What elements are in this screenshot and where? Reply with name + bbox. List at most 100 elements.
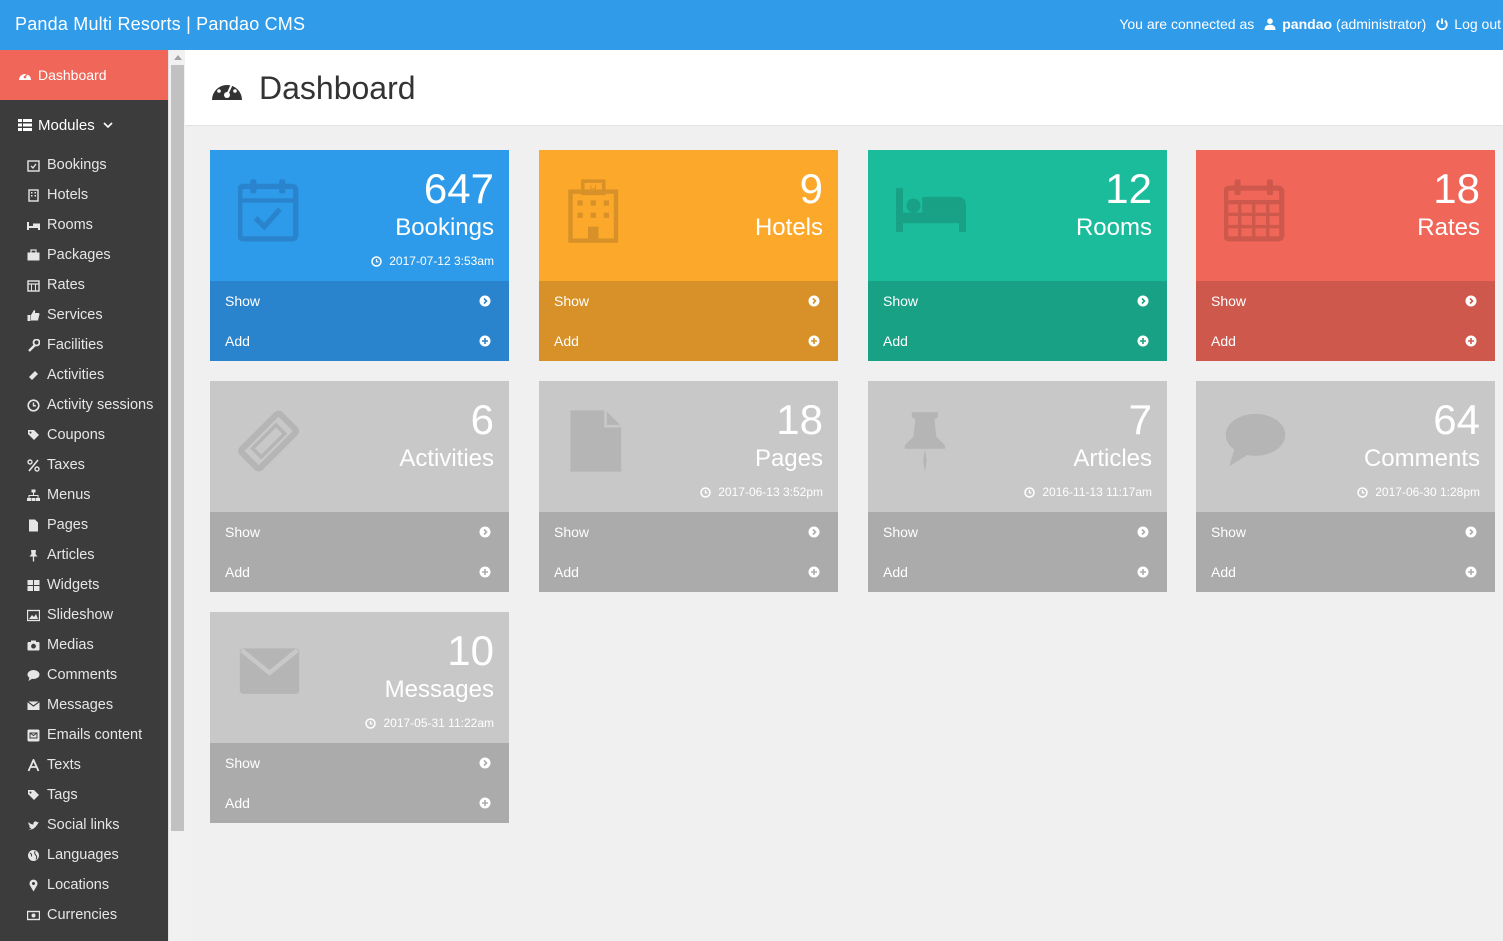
sidebar-item-packages[interactable]: Packages: [0, 240, 168, 270]
dashboard-icon: [19, 72, 31, 80]
card-summary: 7 Articles 2016-11-13 11:17am: [868, 381, 1167, 512]
card-add-label: Add: [1211, 333, 1236, 349]
sidebar-item-activities[interactable]: Activities: [0, 360, 168, 390]
scrollbar-thumb[interactable]: [171, 65, 184, 831]
user-icon: [1264, 18, 1276, 30]
card-add-label: Add: [1211, 564, 1236, 580]
page-title: Dashboard: [259, 70, 416, 106]
plus-circle-icon: [808, 566, 820, 578]
sidebar-item-rooms[interactable]: Rooms: [0, 210, 168, 240]
sidebar-item-messages[interactable]: Messages: [0, 690, 168, 720]
card-add-link[interactable]: Add: [1196, 321, 1495, 361]
card-show-label: Show: [225, 524, 261, 540]
stat-card-messages: 10 Messages 2017-05-31 11:22am Show Add: [210, 612, 509, 823]
card-count: 18: [1433, 165, 1480, 212]
sidebar-item-comments[interactable]: Comments: [0, 660, 168, 690]
sidebar-item-services[interactable]: Services: [0, 300, 168, 330]
card-show-link[interactable]: Show: [868, 281, 1167, 321]
sidebar-dashboard-label: Dashboard: [38, 67, 107, 83]
card-summary: 18 Rates: [1196, 150, 1495, 281]
card-label: Hotels: [754, 214, 823, 241]
card-show-link[interactable]: Show: [868, 512, 1167, 552]
card-show-link[interactable]: Show: [539, 281, 838, 321]
sidebar-modules-label: Modules: [38, 116, 95, 134]
sidebar: Dashboard Modules Bookings Hotels Rooms Pac…: [0, 50, 168, 941]
card-count: 12: [1105, 165, 1152, 212]
sidebar-modules-toggle[interactable]: Modules: [0, 100, 168, 150]
bed-icon: [27, 221, 40, 230]
pages-card-icon: [570, 410, 622, 472]
sidebar-item-activity-sessions[interactable]: Activity sessions: [0, 390, 168, 420]
sidebar-item-currencies[interactable]: Currencies: [0, 900, 168, 930]
sidebar-item-widgets[interactable]: Widgets: [0, 570, 168, 600]
card-show-link[interactable]: Show: [1196, 512, 1495, 552]
sidebar-item-rates[interactable]: Rates: [0, 270, 168, 300]
sidebar-item-texts[interactable]: Texts: [0, 750, 168, 780]
card-add-link[interactable]: Add: [868, 321, 1167, 361]
card-add-link[interactable]: Add: [868, 552, 1167, 592]
sitemap-icon: [27, 489, 40, 501]
sidebar-item-label: Activity sessions: [47, 397, 154, 413]
card-add-link[interactable]: Add: [210, 321, 509, 361]
sidebar-item-hotels[interactable]: Hotels: [0, 180, 168, 210]
sidebar-item-facilities[interactable]: Facilities: [0, 330, 168, 360]
sidebar-item-label: Packages: [47, 247, 111, 263]
clock-icon: [371, 255, 382, 267]
card-label: Comments: [1363, 445, 1480, 472]
sidebar-item-taxes[interactable]: Taxes: [0, 450, 168, 480]
sidebar-item-label: Texts: [47, 757, 81, 773]
sidebar-item-bookings[interactable]: Bookings: [0, 150, 168, 180]
card-show-link[interactable]: Show: [1196, 281, 1495, 321]
sidebar-item-pages[interactable]: Pages: [0, 510, 168, 540]
sidebar-item-coupons[interactable]: Coupons: [0, 420, 168, 450]
font-icon: [27, 758, 40, 771]
card-show-link[interactable]: Show: [210, 512, 509, 552]
sidebar-item-slideshow[interactable]: Slideshow: [0, 600, 168, 630]
card-count: 647: [423, 165, 494, 212]
card-add-link[interactable]: Add: [539, 552, 838, 592]
arrow-circle-right-icon: [1465, 526, 1477, 538]
tags-icon: [28, 429, 39, 440]
scroll-up-arrow-icon[interactable]: [174, 55, 182, 60]
sidebar-scrollbar[interactable]: [168, 50, 185, 941]
card-count: 6: [470, 396, 494, 443]
card-show-link[interactable]: Show: [210, 281, 509, 321]
sidebar-item-label: Social links: [47, 817, 120, 833]
card-show-label: Show: [554, 524, 590, 540]
plus-circle-icon: [808, 335, 820, 347]
card-show-link[interactable]: Show: [210, 743, 509, 783]
ticket-icon: [29, 370, 38, 380]
sidebar-item-label: Services: [47, 307, 103, 323]
sidebar-item-label: Menus: [47, 487, 91, 503]
sidebar-item-locations[interactable]: Locations: [0, 870, 168, 900]
logout-link[interactable]: Log out: [1436, 16, 1501, 32]
card-show-label: Show: [554, 293, 590, 309]
power-icon: [1436, 18, 1448, 30]
envelope-square-icon: [27, 729, 40, 741]
sidebar-item-languages[interactable]: Languages: [0, 840, 168, 870]
sidebar-item-label: Tags: [47, 787, 78, 803]
card-last-update: 2017-07-12 3:53am: [371, 254, 494, 268]
money-icon: [27, 910, 40, 920]
rooms-card-icon: [896, 188, 966, 232]
card-add-link[interactable]: Add: [1196, 552, 1495, 592]
card-add-label: Add: [883, 564, 908, 580]
card-add-link[interactable]: Add: [539, 321, 838, 361]
card-add-link[interactable]: Add: [210, 783, 509, 823]
sidebar-item-medias[interactable]: Medias: [0, 630, 168, 660]
sidebar-item-dashboard[interactable]: Dashboard: [0, 50, 168, 100]
sidebar-item-label: Currencies: [47, 907, 118, 923]
globe-icon: [28, 849, 39, 861]
card-show-link[interactable]: Show: [539, 512, 838, 552]
sidebar-item-menus[interactable]: Menus: [0, 480, 168, 510]
card-add-link[interactable]: Add: [210, 552, 509, 592]
sidebar-item-articles[interactable]: Articles: [0, 540, 168, 570]
sidebar-item-social-links[interactable]: Social links: [0, 810, 168, 840]
arrow-circle-right-icon: [1137, 295, 1149, 307]
brand-title[interactable]: Panda Multi Resorts | Pandao CMS: [15, 14, 305, 35]
sidebar-item-emails-content[interactable]: Emails content: [0, 720, 168, 750]
card-last-update: 2016-11-13 11:17am: [1024, 485, 1152, 499]
arrow-circle-right-icon: [808, 526, 820, 538]
sidebar-item-tags[interactable]: Tags: [0, 780, 168, 810]
card-last-update: 2017-05-31 11:22am: [365, 716, 494, 730]
